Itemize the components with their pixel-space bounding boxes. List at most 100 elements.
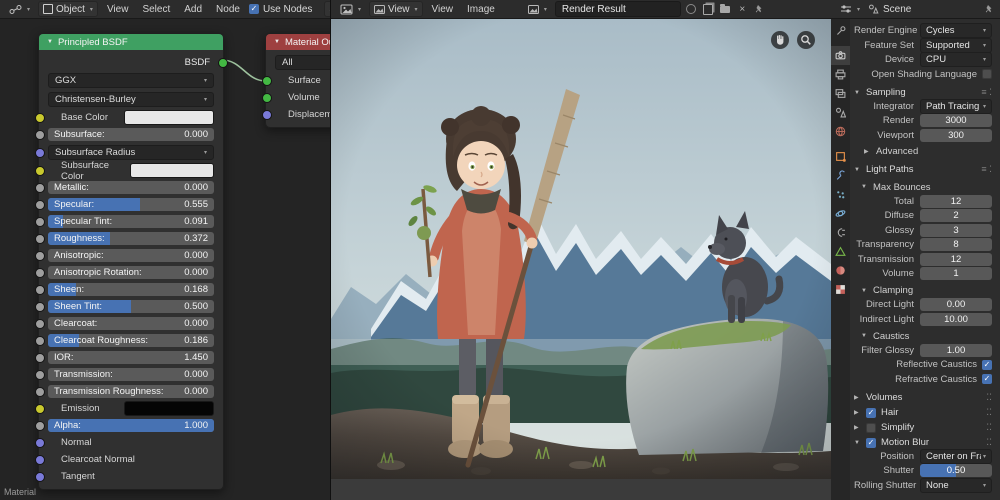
tab-particles[interactable]	[831, 185, 850, 204]
pin-icon[interactable]	[982, 2, 995, 16]
dropdown-ggx[interactable]: GGX▾	[48, 73, 214, 88]
output-row-all[interactable]: All▾	[266, 53, 330, 72]
gray-socket[interactable]	[35, 234, 45, 244]
feature-set-dropdown[interactable]: Supported▾	[920, 38, 992, 53]
slider-alpha[interactable]: Alpha:1.000	[48, 419, 214, 432]
display-mode-dropdown[interactable]: View ▾	[369, 1, 423, 17]
gray-socket[interactable]	[35, 200, 45, 210]
device-dropdown[interactable]: CPU▾	[920, 52, 992, 67]
tab-scene[interactable]	[831, 103, 850, 122]
principled-node-header[interactable]: ▼ Principled BSDF	[39, 34, 223, 50]
gray-socket[interactable]	[35, 370, 45, 380]
menu-view[interactable]: View	[102, 4, 134, 15]
viewport-field[interactable]: 300	[920, 129, 992, 142]
browse-image-button[interactable]: ▾	[524, 2, 551, 16]
principled-row-christensen-burley[interactable]: Christensen-Burley▾	[39, 90, 223, 109]
principled-row-transmission-roughness[interactable]: Transmission Roughness:0.000	[39, 383, 223, 400]
purple-socket[interactable]	[35, 438, 45, 448]
gray-socket[interactable]	[35, 183, 45, 193]
purple-socket[interactable]	[35, 455, 45, 465]
gray-socket[interactable]	[35, 421, 45, 431]
tab-object[interactable]	[831, 147, 850, 166]
disclosure-triangle-icon[interactable]: ▶	[854, 409, 861, 416]
slider-sheen[interactable]: Sheen:0.168	[48, 283, 214, 296]
filter-glossy-field[interactable]: 1.00	[920, 344, 992, 357]
principled-row-sheen[interactable]: Sheen:0.168	[39, 281, 223, 298]
tab-render[interactable]	[831, 46, 850, 65]
section-hair[interactable]: ▶✓Hair⁚⁚	[854, 406, 992, 420]
principled-row-specular[interactable]: Specular:0.555	[39, 196, 223, 213]
editor-type-button[interactable]: ▾	[5, 2, 34, 16]
gray-socket[interactable]	[35, 302, 45, 312]
new-image-icon[interactable]	[702, 2, 715, 16]
gray-socket[interactable]	[35, 387, 45, 397]
open-shading-language-checkbox[interactable]	[982, 69, 992, 79]
glossy-field[interactable]: 3	[920, 224, 992, 237]
image-name-field[interactable]: Render Result	[555, 1, 681, 17]
disclosure-triangle-icon[interactable]: ▶	[864, 148, 871, 155]
gray-socket[interactable]	[35, 285, 45, 295]
tab-view-layer[interactable]	[831, 84, 850, 103]
pan-button[interactable]	[771, 31, 789, 49]
refractive-caustics-checkbox[interactable]: ✓	[982, 374, 992, 384]
collapse-triangle-icon[interactable]: ▼	[274, 39, 280, 45]
section-sampling[interactable]: ▼Sampling≡ ⁚	[854, 86, 992, 100]
disclosure-triangle-icon[interactable]: ▶	[854, 394, 861, 401]
slider-clearcoat[interactable]: Clearcoat:0.000	[48, 317, 214, 330]
yellow-socket[interactable]	[35, 404, 45, 414]
disclosure-triangle-icon[interactable]: ▼	[861, 288, 868, 294]
tab-texture[interactable]	[831, 280, 850, 299]
menu-image[interactable]: Image	[462, 4, 500, 15]
hair-checkbox[interactable]: ✓	[866, 408, 876, 418]
principled-row-ior[interactable]: IOR:1.450	[39, 349, 223, 366]
integrator-dropdown[interactable]: Path Tracing▾	[920, 99, 992, 114]
open-image-icon[interactable]	[719, 2, 732, 16]
gray-socket[interactable]	[35, 217, 45, 227]
bsdf-output-socket[interactable]	[218, 58, 228, 68]
principled-row-subsurface[interactable]: Subsurface:0.000	[39, 126, 223, 143]
disclosure-triangle-icon[interactable]: ▶	[854, 424, 861, 431]
tab-world[interactable]	[831, 122, 850, 141]
direct-light-field[interactable]: 0.00	[920, 298, 992, 311]
simplify-checkbox[interactable]	[866, 423, 876, 433]
principled-row-anisotropic-rotation[interactable]: Anisotropic Rotation:0.000	[39, 264, 223, 281]
color-swatch-base-color[interactable]	[124, 110, 214, 125]
reflective-caustics-checkbox[interactable]: ✓	[982, 360, 992, 370]
principled-row-anisotropic[interactable]: Anisotropic:0.000	[39, 247, 223, 264]
zoom-button[interactable]	[797, 31, 815, 49]
subsection-max-bounces[interactable]: ▼Max Bounces	[854, 181, 992, 194]
tab-output[interactable]	[831, 65, 850, 84]
gray-socket[interactable]	[35, 268, 45, 278]
section-volumes[interactable]: ▶Volumes⁚⁚	[854, 391, 992, 405]
total-field[interactable]: 12	[920, 195, 992, 208]
subsection-clamping[interactable]: ▼Clamping	[854, 284, 992, 297]
principled-row-roughness[interactable]: Roughness:0.372	[39, 230, 223, 247]
slider-specular[interactable]: Specular:0.555	[48, 198, 214, 211]
rolling-shutter-dropdown[interactable]: None▾	[920, 478, 992, 493]
panel-presets-icon[interactable]: ≡ ⁚	[981, 87, 992, 98]
green-socket[interactable]	[262, 76, 272, 86]
slider-anisotropic[interactable]: Anisotropic:0.000	[48, 249, 214, 262]
menu-view[interactable]: View	[427, 4, 459, 15]
shader-type-dropdown[interactable]: Object ▾	[38, 1, 98, 17]
disclosure-advanced[interactable]: ▶Advanced	[854, 145, 992, 158]
principled-row-subsurface-color[interactable]: Subsurface Color	[39, 162, 223, 179]
principled-bsdf-node[interactable]: ▼ Principled BSDF BSDF GGX▾Christensen-B…	[38, 33, 224, 490]
slider-transmission-roughness[interactable]: Transmission Roughness:0.000	[48, 385, 214, 398]
principled-row-metallic[interactable]: Metallic:0.000	[39, 179, 223, 196]
green-socket[interactable]	[262, 93, 272, 103]
gray-socket[interactable]	[35, 336, 45, 346]
indirect-light-field[interactable]: 10.00	[920, 313, 992, 326]
principled-row-specular-tint[interactable]: Specular Tint:0.091	[39, 213, 223, 230]
principled-row-alpha[interactable]: Alpha:1.000	[39, 417, 223, 434]
dropdown-christensen-burley[interactable]: Christensen-Burley▾	[48, 92, 214, 107]
color-swatch-subsurface-color[interactable]	[130, 163, 214, 178]
editor-type-button[interactable]: ▾	[836, 2, 864, 16]
node-canvas[interactable]: Material ▼ Principled BSDF BSDF GGX▾Chri…	[0, 19, 330, 500]
diffuse-field[interactable]: 2	[920, 209, 992, 222]
menu-select[interactable]: Select	[137, 4, 175, 15]
section-light-paths[interactable]: ▼Light Paths≡ ⁚	[854, 163, 992, 177]
yellow-socket[interactable]	[35, 113, 45, 123]
tab-modifiers[interactable]	[831, 166, 850, 185]
use-nodes-checkbox[interactable]: ✓	[249, 4, 259, 14]
